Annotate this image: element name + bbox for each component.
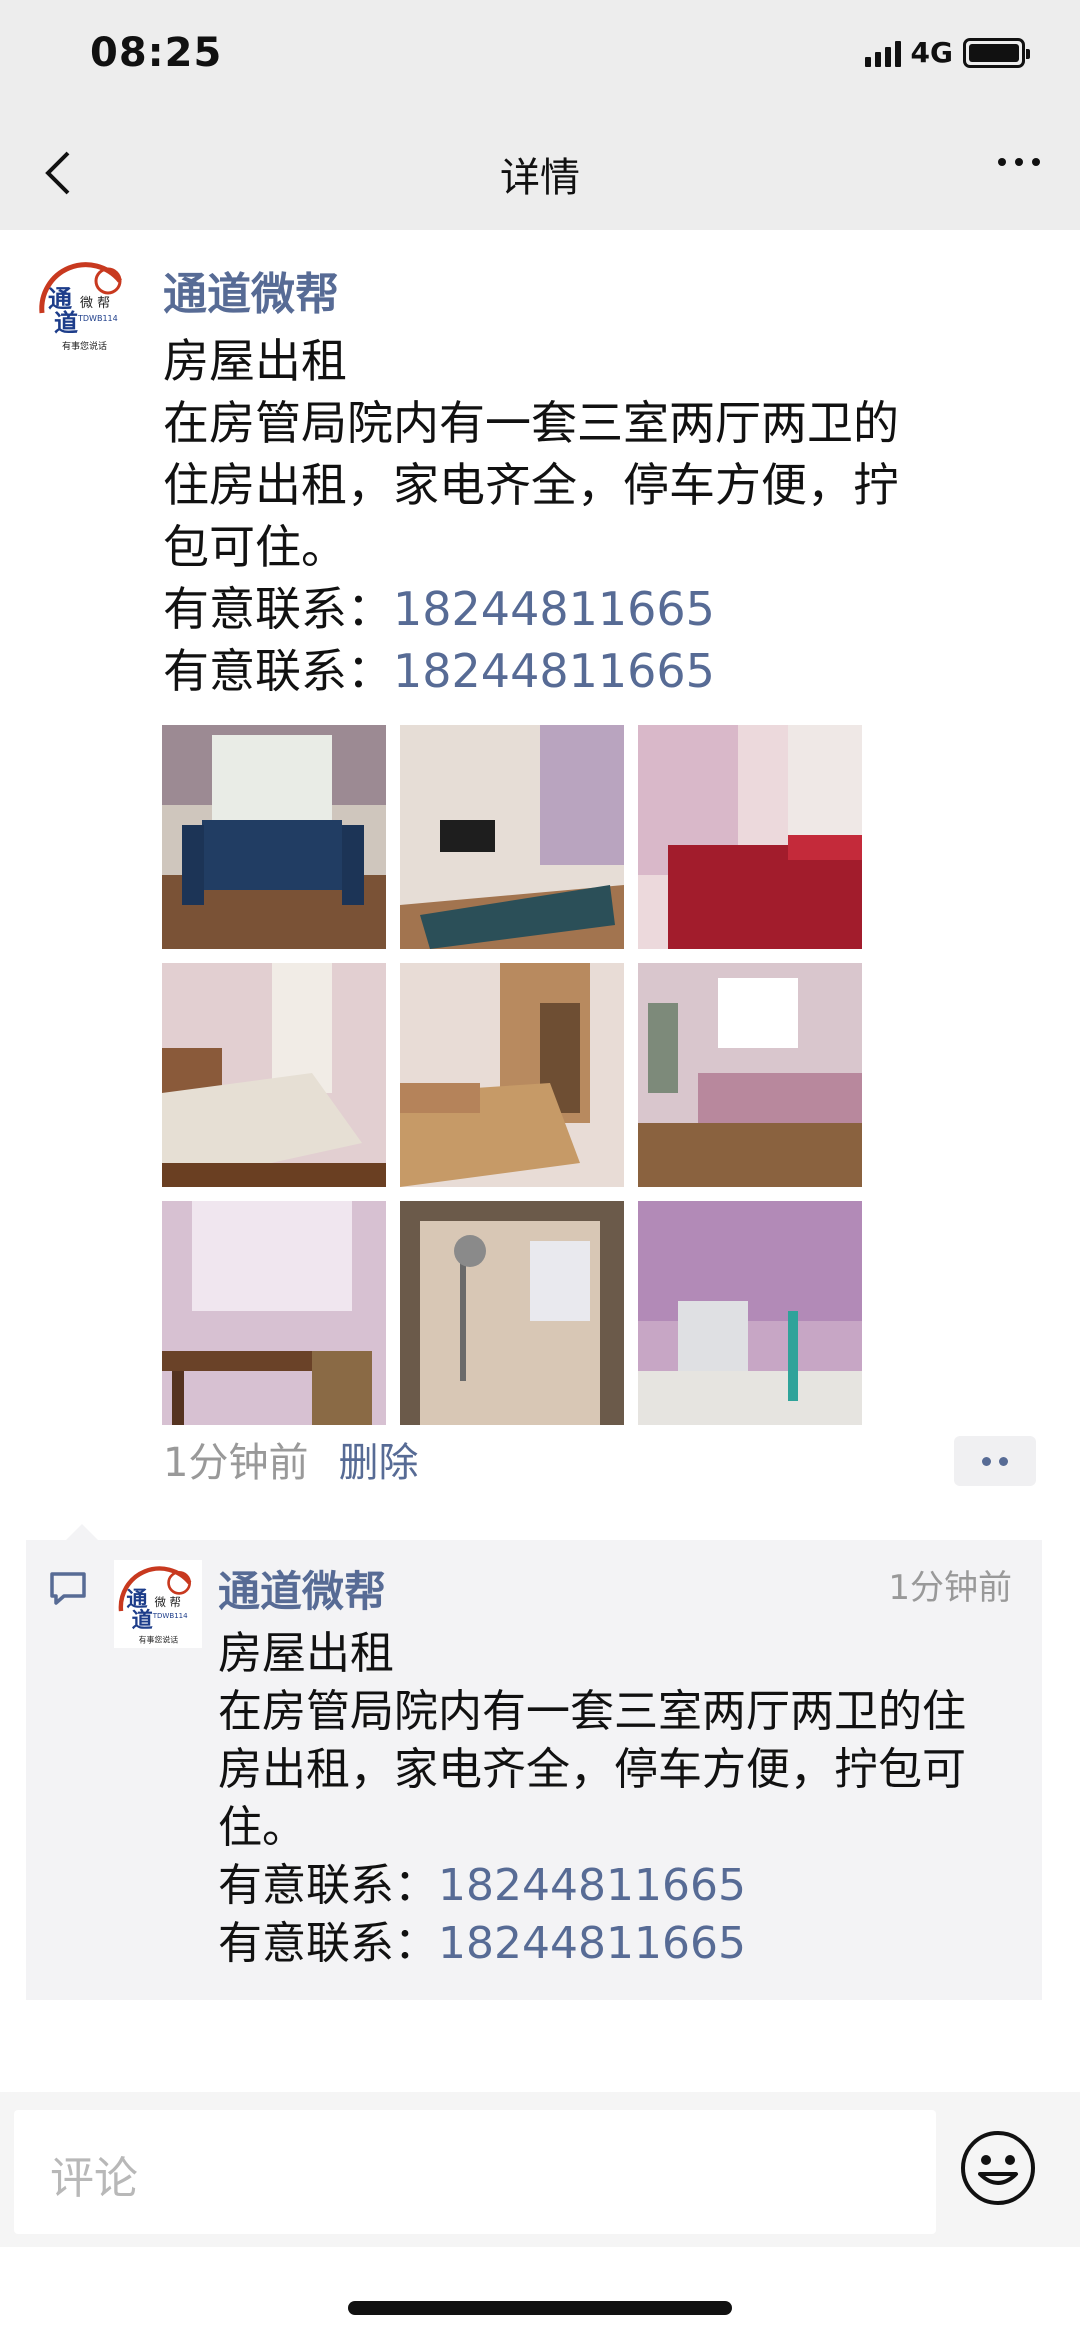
- action-dots-icon: [982, 1456, 991, 1466]
- comment-line: 房出租，家电齐全，停车方便，拧包可: [218, 1744, 966, 1795]
- more-dots-icon: [998, 158, 1006, 166]
- bedroom-wardrobe-photo[interactable]: [400, 963, 624, 1187]
- contact-line: 有意联系：18244811665: [163, 582, 715, 636]
- comment-avatar[interactable]: 通 道 微 帮 TDWB114 有事您说话: [114, 1560, 202, 1648]
- living-room-photo[interactable]: [400, 725, 624, 949]
- svg-text:TDWB114: TDWB114: [152, 1611, 188, 1620]
- network-type: 4G: [910, 36, 953, 69]
- bedroom-window-photo[interactable]: [162, 963, 386, 1187]
- phone-link[interactable]: 18244811665: [438, 1860, 746, 1911]
- delete-button[interactable]: 删除: [338, 1430, 418, 1488]
- contact-line: 有意联系：18244811665: [218, 1918, 746, 1969]
- battery-icon: [963, 37, 1030, 68]
- status-icons: 4G: [864, 36, 1030, 69]
- post-text: 房屋出租 在房管局院内有一套三室两厅两卫的 住房出租，家电齐全，停车方便，拧 包…: [163, 330, 1033, 702]
- avatar-code: TDWB114: [77, 314, 118, 323]
- top-bar: 08:25 4G 详情: [0, 0, 1080, 230]
- post-line: 在房管局院内有一套三室两厅两卫的: [163, 396, 899, 450]
- contact-line: 有意联系：18244811665: [218, 1860, 746, 1911]
- post-line: 住房出租，家电齐全，停车方便，拧: [163, 458, 899, 512]
- bedroom-bright-photo[interactable]: [638, 963, 862, 1187]
- post-meta: 1分钟前 删除: [163, 1430, 418, 1488]
- phone-link[interactable]: 18244811665: [438, 1918, 746, 1969]
- comment-time: 1分钟前: [888, 1568, 1012, 1608]
- comment-section: 通 道 微 帮 TDWB114 有事您说话 通道微帮 1分钟前 房屋出租 在房管…: [26, 1524, 1042, 2000]
- comment-author[interactable]: 通道微帮: [218, 1558, 386, 1619]
- signal-icon: [864, 39, 901, 67]
- svg-text:道: 道: [132, 1607, 153, 1632]
- author-name[interactable]: 通道微帮: [163, 258, 339, 322]
- avatar-small: 微 帮: [80, 296, 110, 311]
- bathroom-shower-photo[interactable]: [400, 1201, 624, 1425]
- comment-like-button[interactable]: [954, 1436, 1036, 1486]
- comment-line: 房屋出租: [218, 1628, 394, 1679]
- post-line: 房屋出租: [163, 334, 347, 388]
- post-line: 包可住。: [163, 520, 347, 574]
- comment-text[interactable]: 房屋出租 在房管局院内有一套三室两厅两卫的住 房出租，家电齐全，停车方便，拧包可…: [218, 1625, 1018, 1973]
- phone-link[interactable]: 18244811665: [393, 582, 715, 636]
- comment-input-bar: 评论: [0, 2092, 1080, 2247]
- desk-window-photo[interactable]: [162, 1201, 386, 1425]
- bedroom-red-bed-photo[interactable]: [638, 725, 862, 949]
- svg-text:有事您说话: 有事您说话: [139, 1635, 179, 1645]
- post-time: 1分钟前: [163, 1440, 309, 1486]
- comment-icon: [50, 1572, 86, 1605]
- phone-link[interactable]: 18244811665: [393, 644, 715, 698]
- svg-text:微 帮: 微 帮: [154, 1595, 181, 1609]
- home-indicator: [348, 2301, 732, 2315]
- page-title: 详情: [500, 155, 580, 201]
- avatar-char-2: 道: [54, 308, 78, 337]
- contact-line: 有意联系：18244811665: [163, 644, 715, 698]
- emoji-icon[interactable]: [958, 2128, 1038, 2208]
- status-time: 08:25: [90, 30, 223, 76]
- more-button[interactable]: [998, 158, 1040, 166]
- dining-room-photo[interactable]: [162, 725, 386, 949]
- comment-input[interactable]: 评论: [14, 2110, 936, 2234]
- avatar-slogan: 有事您说话: [62, 340, 107, 352]
- comment-line: 住。: [218, 1802, 306, 1853]
- comment-line: 在房管局院内有一套三室两厅两卫的住: [218, 1686, 966, 1737]
- photo-grid: [162, 725, 862, 1425]
- washing-machine-photo[interactable]: [638, 1201, 862, 1425]
- author-avatar[interactable]: 通 道 微 帮 TDWB114 有事您说话: [34, 255, 134, 355]
